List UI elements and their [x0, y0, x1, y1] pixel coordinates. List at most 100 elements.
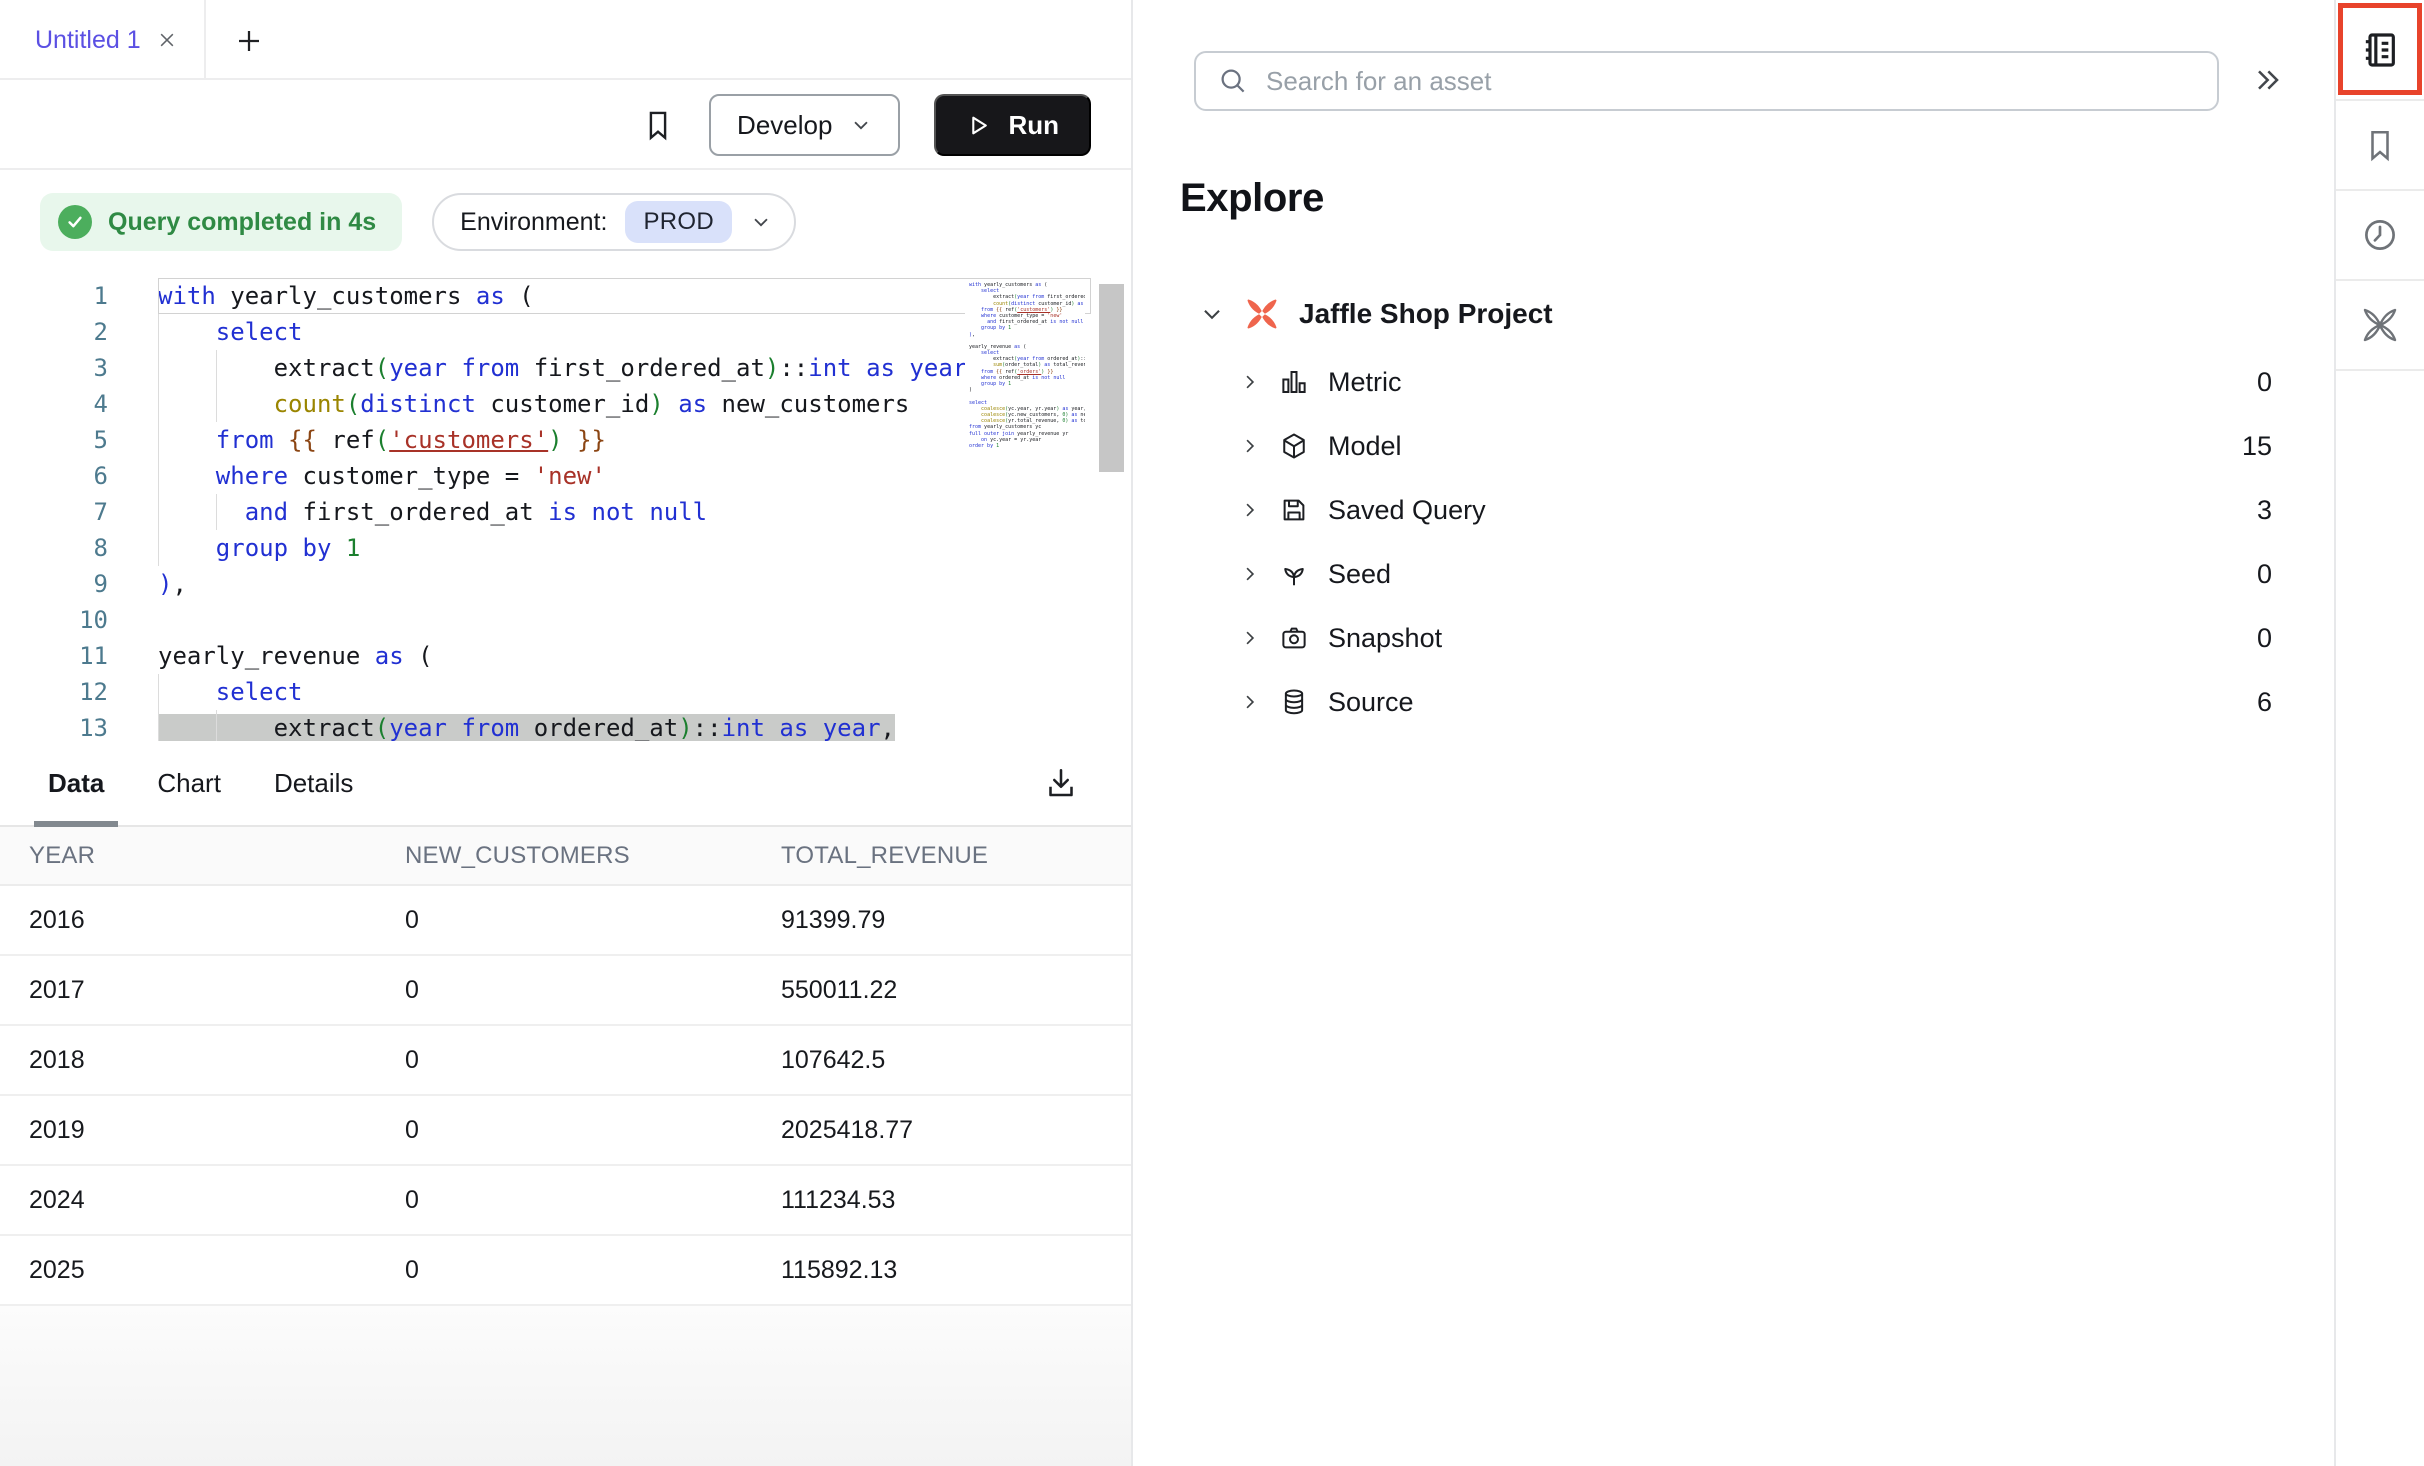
table-cell: 0	[405, 906, 781, 935]
tree-item-snapshot[interactable]: Snapshot0	[1135, 606, 2334, 670]
new-tab-plus-icon[interactable]	[228, 20, 270, 62]
line-number: 13	[0, 710, 108, 741]
code-line[interactable]: 9),	[0, 566, 1091, 602]
code-line[interactable]: 4 count(distinct customer_id) as new_cus…	[0, 386, 1091, 422]
tab-title: Untitled 1	[35, 26, 141, 55]
asset-search[interactable]	[1194, 51, 2219, 111]
rail-item-catalog[interactable]	[2336, 0, 2424, 101]
indent-guide	[158, 314, 159, 350]
line-number: 9	[0, 566, 108, 602]
run-label: Run	[1008, 110, 1059, 141]
search-icon	[1218, 66, 1248, 96]
code-line[interactable]: 1with yearly_customers as (	[0, 278, 1091, 314]
tree-item-model[interactable]: Model15	[1135, 414, 2334, 478]
chevron-right-icon[interactable]	[1240, 692, 1260, 712]
results-tab-data[interactable]: Data	[48, 741, 104, 825]
bookmark-icon[interactable]	[641, 108, 675, 142]
asset-tree: Jaffle Shop Project Metric0Model15Saved …	[1135, 278, 2334, 734]
code-line[interactable]: 12 select	[0, 674, 1091, 710]
right-rail	[2334, 0, 2424, 1466]
table-cell: 115892.13	[781, 1256, 1131, 1285]
environment-selector[interactable]: Environment: PROD	[432, 193, 796, 251]
table-cell: 0	[405, 1186, 781, 1215]
minimap[interactable]: with yearly_customers as ( select extrac…	[965, 282, 1085, 449]
results-tab-details[interactable]: Details	[274, 741, 353, 825]
line-number: 1	[0, 278, 108, 314]
code-line[interactable]: 2 select	[0, 314, 1091, 350]
chevron-right-icon[interactable]	[1240, 500, 1260, 520]
editor-scrollbar[interactable]	[1099, 284, 1124, 472]
environment-label: Environment:	[460, 208, 607, 237]
tree-item-label: Source	[1328, 687, 2238, 718]
results-tab-chart[interactable]: Chart	[157, 741, 221, 825]
indent-guide	[158, 494, 159, 530]
tab-bar: Untitled 1	[0, 0, 1131, 80]
tree-item-seed[interactable]: Seed0	[1135, 542, 2334, 606]
tree-item-saved-query[interactable]: Saved Query3	[1135, 478, 2334, 542]
results-tabs: Data Chart Details	[0, 741, 1131, 827]
code-line[interactable]: 3 extract(year from first_ordered_at)::i…	[0, 350, 1091, 386]
line-number: 12	[0, 674, 108, 710]
rail-item-history[interactable]	[2336, 191, 2424, 281]
code-line[interactable]: 5 from {{ ref('customers') }}	[0, 422, 1091, 458]
dbt-logo-icon	[1245, 297, 1279, 331]
chevron-down-icon[interactable]	[1199, 301, 1225, 327]
table-cell: 91399.79	[781, 906, 1131, 935]
line-number: 10	[0, 602, 108, 638]
collapse-panel-icon[interactable]	[2251, 64, 2283, 96]
indent-guide	[216, 350, 217, 386]
code-line[interactable]: 8 group by 1	[0, 530, 1091, 566]
chevron-right-icon[interactable]	[1240, 564, 1260, 584]
line-number: 4	[0, 386, 108, 422]
minimap-line: order by 1	[969, 443, 1085, 449]
tree-item-count: 6	[2257, 687, 2272, 718]
chevron-right-icon[interactable]	[1240, 436, 1260, 456]
code-editor[interactable]: 1with yearly_customers as (2 select3 ext…	[0, 278, 1131, 741]
dbt-logo-icon	[2361, 306, 2399, 344]
catalog-icon	[2360, 30, 2400, 70]
search-input[interactable]	[1266, 66, 2217, 97]
close-icon[interactable]	[157, 30, 177, 50]
tree-item-label: Model	[1328, 431, 2223, 462]
status-row: Query completed in 4s Environment: PROD	[0, 172, 1131, 272]
indent-guide	[158, 350, 159, 386]
indent-guide	[216, 710, 217, 741]
code-line[interactable]: 7 and first_ordered_at is not null	[0, 494, 1091, 530]
table-cell: 2016	[29, 906, 405, 935]
develop-button[interactable]: Develop	[709, 94, 900, 156]
rail-item-bookmark[interactable]	[2336, 101, 2424, 191]
code-line[interactable]: 13 extract(year from ordered_at)::int as…	[0, 710, 1091, 741]
tree-item-metric[interactable]: Metric0	[1135, 350, 2334, 414]
rail-item-dbt-logo[interactable]	[2336, 281, 2424, 371]
code-line[interactable]: 10	[0, 602, 1091, 638]
line-number: 5	[0, 422, 108, 458]
run-button[interactable]: Run	[934, 94, 1091, 156]
table-cell: 0	[405, 1046, 781, 1075]
table-cell: 0	[405, 976, 781, 1005]
chevron-right-icon[interactable]	[1240, 372, 1260, 392]
tree-item-source[interactable]: Source 6	[1135, 670, 2334, 734]
tree-item-label: Seed	[1328, 559, 2238, 590]
tree-item-count: 0	[2257, 623, 2272, 654]
saved-query-icon	[1279, 495, 1309, 525]
indent-guide	[158, 458, 159, 494]
table-row: 20240111234.53	[0, 1166, 1131, 1236]
chevron-right-icon[interactable]	[1240, 628, 1260, 648]
tab-untitled-1[interactable]: Untitled 1	[0, 0, 206, 80]
metric-icon	[1279, 367, 1309, 397]
download-icon[interactable]	[1043, 765, 1079, 801]
indent-guide	[158, 422, 159, 458]
check-icon	[58, 205, 92, 239]
develop-label: Develop	[737, 110, 832, 141]
code-area[interactable]: 1with yearly_customers as (2 select3 ext…	[0, 278, 1091, 741]
table-cell: 2024	[29, 1186, 405, 1215]
table-cell: 2019	[29, 1116, 405, 1145]
code-line[interactable]: 6 where customer_type = 'new'	[0, 458, 1091, 494]
table-cell: 2017	[29, 976, 405, 1005]
table-cell: 107642.5	[781, 1046, 1131, 1075]
tree-project-row[interactable]: Jaffle Shop Project	[1135, 278, 2334, 350]
column-header: TOTAL_REVENUE	[781, 842, 1131, 870]
tree-item-label: Saved Query	[1328, 495, 2238, 526]
code-line[interactable]: 11yearly_revenue as (	[0, 638, 1091, 674]
explore-panel: Explore Jaffle Shop Project Metric0Model…	[1135, 0, 2334, 1466]
